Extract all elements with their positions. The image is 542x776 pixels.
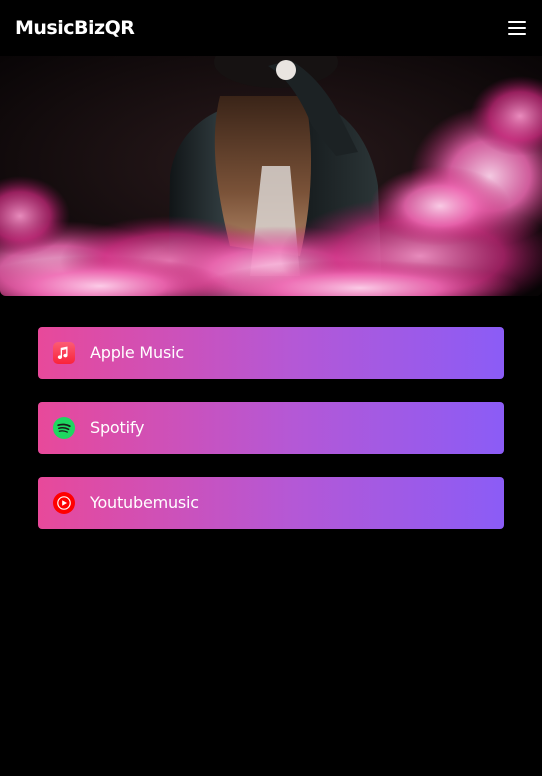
hamburger-menu-icon[interactable] — [508, 20, 526, 36]
streaming-links: Apple Music Spotify Youtubemusic — [38, 327, 504, 552]
top-bar: MusicBizQR — [0, 0, 542, 56]
youtube-music-link-button[interactable]: Youtubemusic — [38, 477, 504, 529]
link-label: Youtubemusic — [90, 493, 199, 512]
youtube-music-icon — [53, 492, 75, 514]
apple-music-link-button[interactable]: Apple Music — [38, 327, 504, 379]
link-label: Apple Music — [90, 343, 184, 362]
brand-logo[interactable]: MusicBizQR — [15, 16, 135, 40]
menu-line — [508, 33, 526, 35]
menu-line — [508, 27, 526, 29]
link-label: Spotify — [90, 418, 145, 437]
spotify-link-button[interactable]: Spotify — [38, 402, 504, 454]
hero-image — [0, 56, 542, 296]
spotify-icon — [53, 417, 75, 439]
page: MusicBizQR Apple Music Spotify Youtubemu… — [0, 0, 542, 776]
menu-line — [508, 21, 526, 23]
apple-music-icon — [53, 342, 75, 364]
